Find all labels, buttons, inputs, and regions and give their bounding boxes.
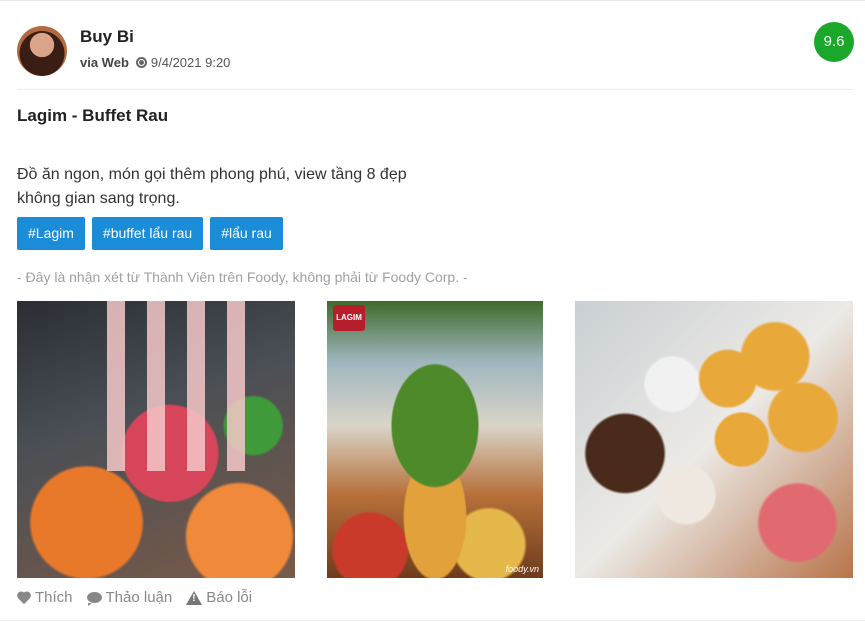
- tag-lagim[interactable]: #Lagim: [17, 217, 85, 250]
- report-button[interactable]: Báo lỗi: [186, 589, 252, 606]
- post-meta: via Web 9/4/2021 9:20: [80, 55, 230, 70]
- tag-lau-rau[interactable]: #lẩu rau: [210, 217, 283, 250]
- comment-icon: [86, 592, 102, 606]
- discuss-button[interactable]: Thảo luận: [86, 589, 173, 606]
- tag-list: #Lagim #buffet lẩu rau #lẩu rau: [17, 217, 283, 250]
- review-card: Buy Bi via Web 9/4/2021 9:20 9.6 Lagim -…: [0, 0, 865, 622]
- divider: [0, 620, 865, 621]
- score-badge: 9.6: [814, 22, 854, 62]
- via-source: via Web: [80, 55, 129, 70]
- food-photo-3[interactable]: [575, 301, 853, 578]
- username[interactable]: Buy Bi: [80, 27, 134, 47]
- heart-icon: [17, 592, 31, 604]
- like-button[interactable]: Thích: [17, 589, 73, 606]
- review-body-line: không gian sang trọng.: [17, 190, 180, 207]
- action-bar: Thích Thảo luận Báo lỗi: [17, 589, 252, 606]
- avatar[interactable]: [17, 26, 67, 76]
- like-label: Thích: [35, 589, 73, 606]
- review-body-line: Đồ ăn ngon, món gọi thêm phong phú, view…: [17, 166, 407, 183]
- review-body: Đồ ăn ngon, món gọi thêm phong phú, view…: [17, 163, 517, 211]
- food-photo-2[interactable]: LAGIM foody.vn: [327, 301, 543, 578]
- disclaimer: - Đây là nhận xét từ Thành Viên trên Foo…: [17, 269, 468, 285]
- warning-icon: [186, 590, 203, 605]
- review-title[interactable]: Lagim - Buffet Rau: [17, 106, 168, 126]
- lagim-logo: LAGIM: [333, 305, 365, 331]
- globe-icon: [135, 57, 147, 68]
- tag-buffet-lau-rau[interactable]: #buffet lẩu rau: [91, 217, 204, 250]
- foody-watermark: foody.vn: [505, 564, 539, 574]
- food-photo-1[interactable]: [17, 301, 295, 578]
- discuss-label: Thảo luận: [105, 589, 173, 606]
- report-label: Báo lỗi: [206, 589, 253, 606]
- divider: [17, 89, 853, 90]
- post-datetime: 9/4/2021 9:20: [150, 55, 231, 70]
